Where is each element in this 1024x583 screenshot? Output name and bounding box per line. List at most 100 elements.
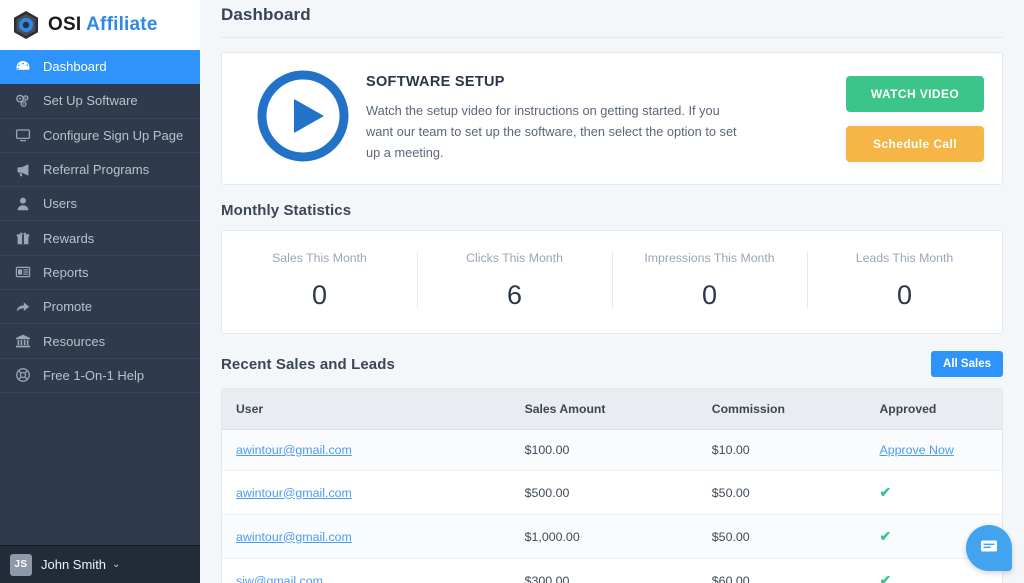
monthly-statistics-card: Sales This Month 0 Clicks This Month 6 I… <box>221 230 1003 334</box>
table-row: awintour@gmail.com $1,000.00 $50.00 ✔ <box>222 514 1002 559</box>
hexagon-logo-icon <box>12 10 40 40</box>
sidebar-nav: Dashboard Set Up Software Configure Sign… <box>0 50 200 545</box>
all-sales-button[interactable]: All Sales <box>931 351 1003 377</box>
cell-user: sjw@gmail.com <box>222 558 511 583</box>
lifering-icon <box>14 367 31 383</box>
stat-value: 0 <box>896 280 913 310</box>
sidebar-item-label: Configure Sign Up Page <box>43 127 184 143</box>
watch-video-button[interactable]: WATCH VIDEO <box>846 75 984 112</box>
sidebar-item-promote[interactable]: Promote <box>0 290 200 325</box>
user-name: John Smith <box>41 557 107 572</box>
sidebar-item-reports[interactable]: Reports <box>0 256 200 291</box>
sidebar-item-label: Rewards <box>43 230 95 246</box>
brand-name-secondary: Affiliate <box>86 14 158 35</box>
sidebar-item-label: Resources <box>43 333 106 349</box>
play-circle-icon[interactable] <box>256 69 350 168</box>
cogs-icon <box>14 93 31 109</box>
app-root: OSI Affiliate Dashboard Set Up Software … <box>0 0 1024 583</box>
table-row: awintour@gmail.com $100.00 $10.00 Approv… <box>222 429 1002 471</box>
brand-name-primary: OSI <box>48 14 82 35</box>
sidebar-user-menu[interactable]: JS John Smith ⌄ <box>0 545 200 583</box>
sidebar-item-rewards[interactable]: Rewards <box>0 221 200 256</box>
cell-user: awintour@gmail.com <box>222 429 511 471</box>
software-setup-card: SOFTWARE SETUP Watch the setup video for… <box>221 52 1003 185</box>
cell-commission: $10.00 <box>697 429 866 471</box>
column-header-sales-amount: Sales Amount <box>510 389 698 430</box>
cell-approved: Approve Now <box>865 429 1002 471</box>
column-header-user: User <box>222 389 511 430</box>
cell-sales-amount: $500.00 <box>510 470 698 515</box>
header-divider <box>221 37 1003 38</box>
monitor-icon <box>14 127 31 143</box>
chevron-down-icon: ⌄ <box>112 559 121 570</box>
schedule-call-button[interactable]: Schedule Call <box>846 125 984 162</box>
sidebar-item-label: Dashboard <box>43 59 107 75</box>
stat-label: Impressions This Month <box>644 251 775 265</box>
cell-user: awintour@gmail.com <box>222 514 511 559</box>
brand-header[interactable]: OSI Affiliate <box>0 0 200 50</box>
stat-label: Leads This Month <box>855 251 954 265</box>
cell-sales-amount: $100.00 <box>510 429 698 471</box>
stat-value: 0 <box>311 280 328 310</box>
bullhorn-icon <box>14 162 31 178</box>
sidebar-item-set-up-software[interactable]: Set Up Software <box>0 84 200 119</box>
stat-label: Sales This Month <box>272 251 367 265</box>
sidebar-item-label: Referral Programs <box>43 162 150 178</box>
monthly-statistics-title: Monthly Statistics <box>221 202 352 219</box>
recent-sales-table-card: User Sales Amount Commission Approved aw… <box>221 388 1003 583</box>
chat-widget-button[interactable] <box>966 525 1012 571</box>
table-header-row: User Sales Amount Commission Approved <box>222 389 1002 430</box>
chat-bubble-icon <box>978 535 1000 562</box>
user-icon <box>14 196 31 212</box>
stat-impressions-this-month: Impressions This Month 0 <box>612 249 807 311</box>
cell-commission: $50.00 <box>697 470 866 515</box>
cell-commission: $60.00 <box>697 558 866 583</box>
cell-user: awintour@gmail.com <box>222 470 511 515</box>
sidebar-item-label: Users <box>43 196 77 212</box>
sidebar-item-dashboard[interactable]: Dashboard <box>0 50 200 85</box>
avatar: JS <box>10 553 32 576</box>
report-icon <box>14 264 31 280</box>
setup-title: SOFTWARE SETUP <box>366 73 505 90</box>
sidebar-item-label: Free 1-On-1 Help <box>43 367 145 383</box>
main-content: Dashboard SOFTWARE SETUP Watch the setup… <box>200 0 1024 583</box>
recent-sales-table: User Sales Amount Commission Approved aw… <box>222 389 1002 583</box>
stat-sales-this-month: Sales This Month 0 <box>222 249 417 311</box>
approve-now-link[interactable]: Approve Now <box>879 443 953 457</box>
column-header-commission: Commission <box>697 389 866 430</box>
cell-sales-amount: $1,000.00 <box>510 514 698 559</box>
approved-check-icon: ✔ <box>879 572 892 583</box>
sidebar-item-users[interactable]: Users <box>0 187 200 222</box>
recent-sales-title: Recent Sales and Leads <box>221 355 395 373</box>
cell-approved: ✔ <box>865 470 1002 515</box>
sidebar-item-free-1-on-1-help[interactable]: Free 1-On-1 Help <box>0 359 200 393</box>
stat-value: 6 <box>506 280 523 310</box>
recent-sales-header: Recent Sales and Leads All Sales <box>221 351 1003 377</box>
table-row: awintour@gmail.com $500.00 $50.00 ✔ <box>222 470 1002 515</box>
stat-clicks-this-month: Clicks This Month 6 <box>417 249 612 311</box>
user-email-link[interactable]: awintour@gmail.com <box>236 443 352 457</box>
sidebar: OSI Affiliate Dashboard Set Up Software … <box>0 0 200 583</box>
table-row: sjw@gmail.com $300.00 $60.00 ✔ <box>222 558 1002 583</box>
cell-sales-amount: $300.00 <box>510 558 698 583</box>
stat-leads-this-month: Leads This Month 0 <box>807 249 1002 311</box>
sidebar-item-referral-programs[interactable]: Referral Programs <box>0 153 200 188</box>
gift-icon <box>14 230 31 246</box>
setup-description: Watch the setup video for instructions o… <box>366 102 737 161</box>
approved-check-icon: ✔ <box>879 484 892 500</box>
bank-icon <box>14 333 31 349</box>
stat-value: 0 <box>701 280 718 310</box>
user-email-link[interactable]: sjw@gmail.com <box>236 574 323 583</box>
cell-commission: $50.00 <box>697 514 866 559</box>
sidebar-item-configure-sign-up-page[interactable]: Configure Sign Up Page <box>0 119 200 153</box>
sidebar-item-label: Reports <box>43 264 89 280</box>
share-arrow-icon <box>14 299 31 315</box>
approved-check-icon: ✔ <box>879 528 892 544</box>
user-email-link[interactable]: awintour@gmail.com <box>236 530 352 544</box>
user-email-link[interactable]: awintour@gmail.com <box>236 486 352 500</box>
sidebar-item-label: Set Up Software <box>43 93 138 109</box>
gauge-icon <box>14 59 31 75</box>
stat-label: Clicks This Month <box>466 251 563 265</box>
sidebar-item-label: Promote <box>43 299 93 315</box>
sidebar-item-resources[interactable]: Resources <box>0 324 200 359</box>
